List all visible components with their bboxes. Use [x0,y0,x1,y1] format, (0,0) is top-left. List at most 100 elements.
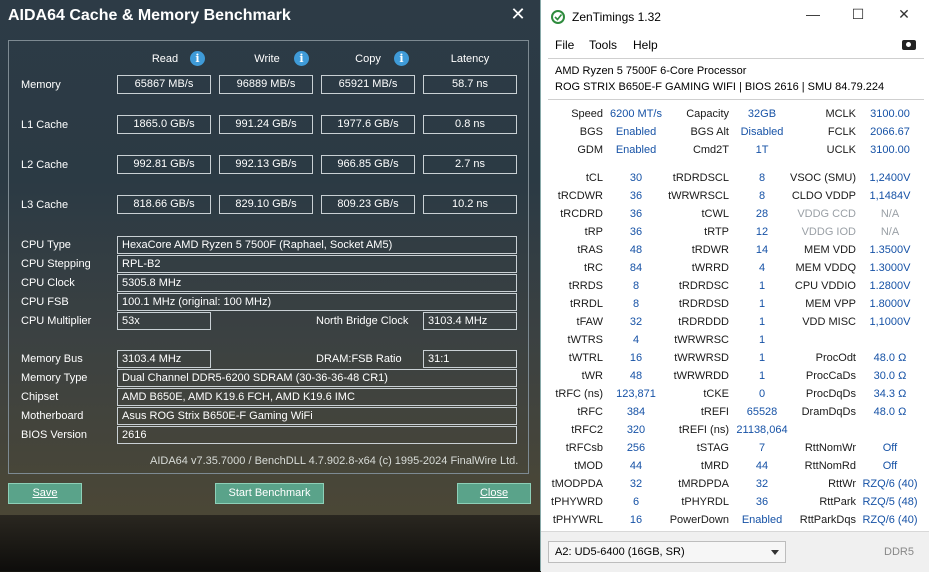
info-icon-write[interactable]: i [294,51,309,66]
timing-value: 1 [758,316,766,328]
maximize-icon[interactable]: ☐ [848,6,868,23]
l3-write-value: 829.10 GB/s [219,195,313,214]
memory-type-value: Dual Channel DDR5-6200 SDRAM (30-36-36-4… [117,369,517,387]
memory-read-value: 65867 MB/s [117,75,211,94]
timing-value: 4 [632,334,640,346]
l2-copy-value: 966.85 GB/s [321,155,415,174]
north-bridge-clock-value: 3103.4 MHz [423,312,517,330]
timing-value: 12 [755,226,769,238]
zen-bottom-bar: A2: UD5-6400 (16GB, SR) DDR5 [541,531,929,572]
timing-label: RttPark [819,496,856,508]
timing-label: tRCDWR [557,190,603,202]
chipset-label: Chipset [21,391,59,403]
timing-value: 8 [758,190,766,202]
cpu-name: AMD Ryzen 5 7500F 6-Core Processor [555,65,747,77]
timing-value: 256 [626,442,646,454]
timing-label: BGS [579,126,603,138]
l1-latency-value: 0.8 ns [423,115,517,134]
memory-write-value: 96889 MB/s [219,75,313,94]
cpu-type-value: HexaCore AMD Ryzen 5 7500F (Raphael, Soc… [117,236,517,254]
timing-label: tFAW [576,316,603,328]
zen-close-icon[interactable]: ✕ [894,6,914,23]
cpu-fsb-value: 100.1 MHz (original: 100 MHz) [117,293,517,311]
zen-window-title: ZenTimings 1.32 [572,10,661,24]
timing-value: 21138,064 [736,424,788,436]
timing-label: tMRD [700,460,729,472]
info-icon-read[interactable]: i [190,51,205,66]
timing-value: 6 [632,496,640,508]
timing-value: 16 [629,514,643,526]
screenshot-camera-icon[interactable] [902,40,916,50]
aida64-benchmark-window: AIDA64 Cache & Memory Benchmark ✕ Read i… [0,0,540,515]
timing-value: 1,1484V [869,190,911,202]
timing-label: tREFI [700,406,729,418]
timing-value: Enabled [741,514,783,526]
timing-value: 3100.00 [870,108,910,120]
timing-value: 14 [755,244,769,256]
timing-label: tRDRDSC [678,280,729,292]
desktop-lower-area [0,515,545,571]
timing-label: DramDqDs [801,406,856,418]
l2-latency-value: 2.7 ns [423,155,517,174]
timing-value: 6200 MT/s [610,108,662,120]
timing-value: 384 [626,406,646,418]
memory-copy-value: 65921 MB/s [321,75,415,94]
timing-label: tRP [584,226,603,238]
timing-value: 320 [626,424,646,436]
timing-value: 36 [629,226,643,238]
motherboard-label: Motherboard [21,410,84,422]
motherboard-value: Asus ROG Strix B650E-F Gaming WiFi [117,407,517,425]
timing-label: tMODPDA [551,478,603,490]
aida-version-footer: AIDA64 v7.35.7000 / BenchDLL 4.7.902.8-x… [150,455,519,467]
timing-label: CPU VDDIO [794,280,856,292]
info-icon-copy[interactable]: i [394,51,409,66]
timing-value: Enabled [615,126,657,138]
close-button[interactable]: Close [457,483,531,504]
timing-value: 36 [755,496,769,508]
timing-label: MEM VDDQ [795,262,857,274]
timing-value: 7 [758,442,766,454]
timing-value: 1 [758,298,766,310]
timing-label: UCLK [826,144,856,156]
menu-tools[interactable]: Tools [589,38,617,52]
timing-value: N/A [880,226,900,238]
chevron-down-icon [771,550,779,555]
timing-value: 1 [758,334,766,346]
timing-label: tMOD [574,460,603,472]
minimize-icon[interactable]: — [803,6,823,22]
menu-file[interactable]: File [555,38,574,52]
timing-value: 8 [632,298,640,310]
aida-close-icon[interactable]: ✕ [508,4,528,25]
cpu-stepping-label: CPU Stepping [21,258,91,270]
timing-label: VDDG IOD [801,226,856,238]
l3-read-value: 818.66 GB/s [117,195,211,214]
timing-label: tWRWRSD [674,352,729,364]
timing-value: 1 [758,352,766,364]
save-button[interactable]: Save [8,483,82,504]
timing-label: tRRDL [569,298,603,310]
l1-copy-value: 1977.6 GB/s [321,115,415,134]
timing-value: 44 [755,460,769,472]
dimm-select-dropdown[interactable]: A2: UD5-6400 (16GB, SR) [548,541,786,563]
cpu-type-label: CPU Type [21,239,71,251]
timing-label: tRDRDSD [678,298,729,310]
timing-label: RttNomRd [804,460,856,472]
timing-value: 1 [758,280,766,292]
timing-label: ProcOdt [815,352,856,364]
timing-label: tRRDS [568,280,603,292]
timing-value: Enabled [615,144,657,156]
l1-write-value: 991.24 GB/s [219,115,313,134]
cpu-stepping-value: RPL-B2 [117,255,517,273]
timing-value: RZQ/5 (48) [862,496,918,508]
timing-label: tRFCsb [565,442,603,454]
timing-label: tRDRDSCL [672,172,729,184]
start-benchmark-button[interactable]: Start Benchmark [215,483,324,504]
timing-value: 1.3000V [869,262,911,274]
timing-value: Off [882,442,898,454]
menu-help[interactable]: Help [633,38,658,52]
timing-value: RZQ/6 (40) [862,514,918,526]
timing-label: ProcCaDs [805,370,856,382]
bios-version-label: BIOS Version [21,429,88,441]
memory-type-label: Memory Type [21,372,88,384]
timing-label: tPHYWRL [552,514,603,526]
